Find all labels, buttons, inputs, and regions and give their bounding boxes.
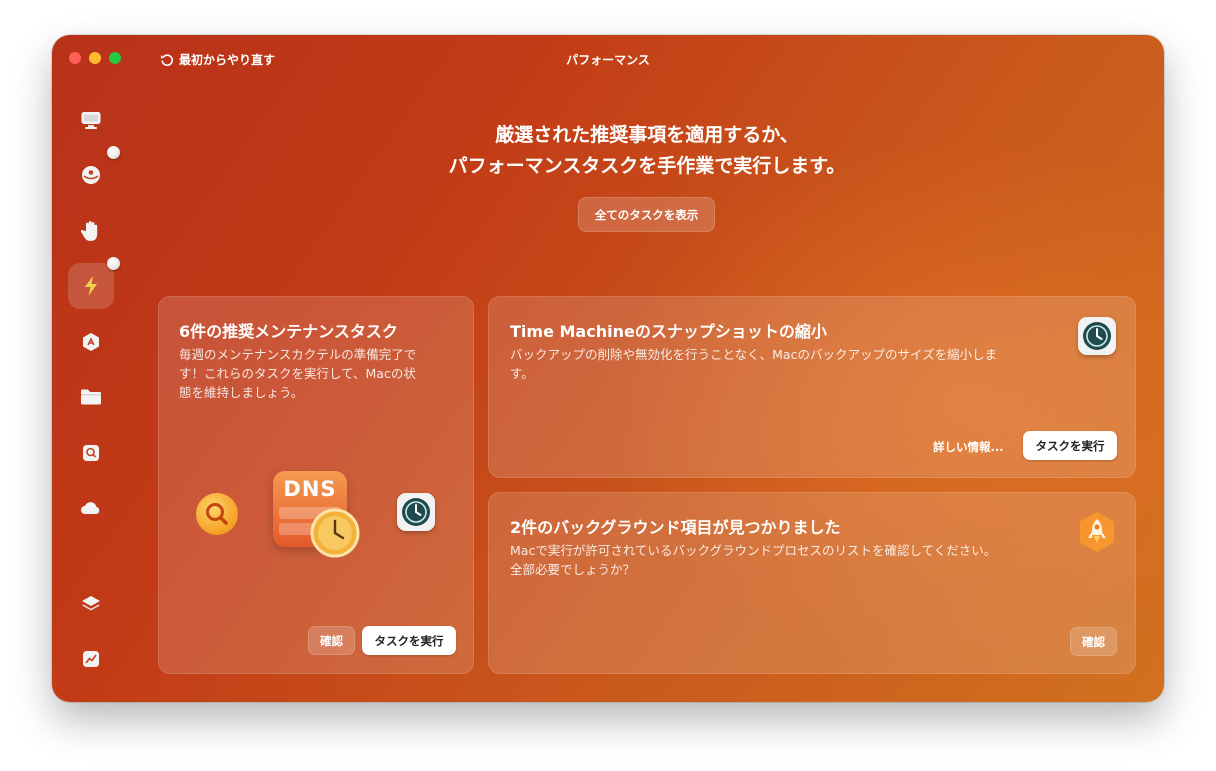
rocket-launch-agent-icon	[1080, 512, 1114, 552]
description-line: Macで実行が許可されているバックグラウンドプロセスのリストを確認してください。	[510, 543, 997, 558]
sidebar-badge-dot	[107, 146, 120, 159]
clock-icon	[310, 508, 360, 558]
applications-icon	[83, 333, 99, 351]
time-machine-app-icon	[1078, 317, 1116, 355]
sidebar-item-stats[interactable]	[68, 636, 114, 682]
sidebar-item-applications[interactable]	[68, 319, 114, 365]
sidebar-item-privacy[interactable]	[68, 208, 114, 254]
space-lens-icon	[83, 445, 99, 461]
lightning-performance-icon	[85, 276, 97, 296]
sidebar-item-cloud[interactable]	[68, 485, 114, 531]
layers-icon	[82, 596, 100, 611]
time-machine-card-description: バックアップの削除や無効化を行うことなく、Macのバックアップのサイズを縮小しま…	[510, 345, 1070, 383]
magnifier-icon	[196, 493, 238, 535]
description-line: す！これらのタスクを実行して、Macの状	[179, 366, 416, 381]
cloud-icon	[81, 502, 100, 514]
sidebar-item-monitor[interactable]	[68, 97, 114, 143]
maintenance-card-title: 6件の推奨メンテナンスタスク	[179, 322, 398, 341]
sidebar-item-updater[interactable]	[68, 581, 114, 627]
maintenance-review-button[interactable]: 確認	[308, 626, 355, 655]
protection-icon	[82, 166, 100, 184]
page-headline: 厳選された推奨事項を適用するか、 パフォーマンスタスクを手作業で実行します。	[130, 120, 1164, 182]
sidebar-item-space-lens[interactable]	[68, 430, 114, 476]
description-line: 態を維持しましょう。	[179, 385, 304, 400]
background-items-card: 2件のバックグラウンド項目が見つかりました Macで実行が許可されているバックグ…	[488, 492, 1136, 674]
time-machine-app-icon	[397, 493, 435, 531]
folder-icon	[81, 389, 101, 405]
time-machine-card-title: Time Machineのスナップショットの縮小	[510, 322, 827, 341]
description-line: バックアップの削除や無効化を行うことなく、Macのバックアップのサイズを縮小しま	[510, 347, 998, 362]
sidebar-item-files[interactable]	[68, 374, 114, 420]
headline-line-1: 厳選された推奨事項を適用するか、	[495, 124, 799, 146]
time-machine-card: Time Machineのスナップショットの縮小 バックアップの削除や無効化を行…	[488, 296, 1136, 478]
sidebar-item-performance[interactable]	[68, 257, 120, 309]
sidebar-item-protection[interactable]	[68, 146, 120, 198]
background-items-card-description: Macで実行が許可されているバックグラウンドプロセスのリストを確認してください。…	[510, 541, 1070, 579]
description-line: 全部必要でしょうか？	[510, 562, 636, 577]
description-line: す。	[510, 366, 534, 381]
maintenance-card-description: 毎週のメンテナンスカクテルの準備完了で す！これらのタスクを実行して、Macの状…	[179, 345, 463, 402]
show-all-tasks-button[interactable]: 全てのタスクを表示	[578, 197, 715, 232]
sidebar-badge-dot	[107, 257, 120, 270]
maintenance-card: 6件の推奨メンテナンスタスク 毎週のメンテナンスカクテルの準備完了で す！これら…	[158, 296, 474, 674]
dns-label: DNS	[283, 477, 337, 501]
time-machine-run-task-button[interactable]: タスクを実行	[1023, 431, 1117, 460]
background-items-card-title: 2件のバックグラウンド項目が見つかりました	[510, 518, 841, 537]
more-info-link[interactable]: 詳しい情報...	[933, 439, 1004, 455]
headline-line-2: パフォーマンスタスクを手作業で実行します。	[448, 155, 846, 177]
sidebar	[52, 90, 130, 702]
chart-icon	[83, 651, 99, 667]
app-window: 最初からやり直す パフォーマンス 厳選された推奨事項を適用するか、 パフォーマン…	[52, 35, 1164, 702]
hand-privacy-icon	[80, 221, 98, 241]
time-machine-icon	[402, 498, 430, 526]
description-line: 毎週のメンテナンスカクテルの準備完了で	[179, 347, 417, 362]
background-items-review-button[interactable]: 確認	[1070, 627, 1117, 656]
maintenance-run-task-button[interactable]: タスクを実行	[362, 626, 456, 655]
time-machine-icon	[1083, 322, 1111, 350]
monitor-icon	[81, 112, 101, 129]
window-title: パフォーマンス	[566, 53, 650, 67]
